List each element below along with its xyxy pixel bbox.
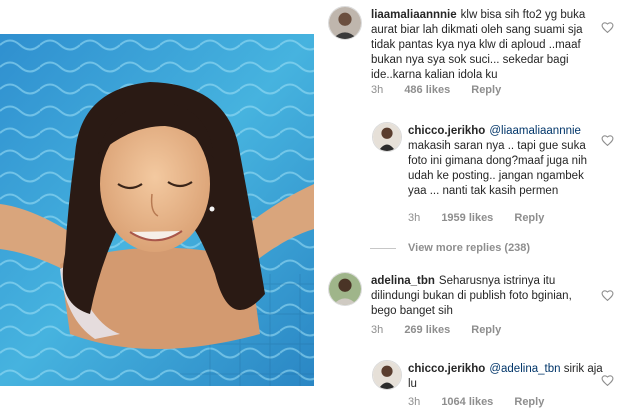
pool-photo-image [0, 34, 314, 386]
heart-icon[interactable] [601, 21, 614, 33]
comment-username[interactable]: liaamaliaannnie [371, 9, 457, 21]
reply-meta: 3h 1064 likes Reply [408, 396, 562, 408]
view-more-replies[interactable]: View more replies (238) [370, 242, 530, 254]
mention-link[interactable]: @liaamaliaannnie [489, 125, 581, 137]
reply-username[interactable]: chicco.jerikho [408, 125, 485, 137]
mention-link[interactable]: @adelina_tbn [489, 363, 560, 375]
reply-likes[interactable]: 1959 likes [441, 212, 493, 224]
heart-icon[interactable] [601, 134, 614, 146]
comments-panel: liaamaliaannnie klw bisa sih fto2 yg buka… [324, 0, 630, 420]
post-photo[interactable] [0, 34, 314, 386]
reply-text: chicco.jerikho @adelina_tbn sirik aja lu [408, 362, 604, 392]
reply-time: 3h [408, 212, 421, 224]
comment-meta: 3h 269 likes Reply [371, 324, 519, 336]
avatar[interactable] [372, 360, 402, 390]
comment-likes[interactable]: 269 likes [404, 324, 450, 336]
heart-icon[interactable] [601, 289, 614, 301]
view-more-label: View more replies (238) [408, 242, 531, 254]
reply-likes[interactable]: 1064 likes [441, 396, 493, 408]
avatar[interactable] [328, 6, 362, 40]
comment-time: 3h [371, 84, 384, 96]
reply-text: chicco.jerikho @liaamaliaannnie makasih s… [408, 124, 604, 199]
reply-meta: 3h 1959 likes Reply [408, 212, 562, 224]
reply-button[interactable]: Reply [471, 84, 501, 96]
divider-line [370, 247, 396, 249]
reply-button[interactable]: Reply [514, 212, 544, 224]
comment-text: liaamaliaannnie klw bisa sih fto2 yg buka… [371, 8, 587, 83]
comment-username[interactable]: adelina_tbn [371, 275, 435, 287]
comment-time: 3h [371, 324, 384, 336]
comment-meta: 3h 486 likes Reply [371, 84, 519, 96]
comment-likes[interactable]: 486 likes [404, 84, 450, 96]
reply-time: 3h [408, 396, 421, 408]
avatar[interactable] [328, 272, 362, 306]
reply-body: makasih saran nya .. tapi gue suka foto … [408, 140, 588, 197]
avatar[interactable] [372, 122, 402, 152]
heart-icon[interactable] [601, 374, 614, 386]
reply-button[interactable]: Reply [514, 396, 544, 408]
reply-username[interactable]: chicco.jerikho [408, 363, 485, 375]
comment-text: adelina_tbn Seharusnya istrinya itu dilin… [371, 274, 587, 319]
reply-button[interactable]: Reply [471, 324, 501, 336]
